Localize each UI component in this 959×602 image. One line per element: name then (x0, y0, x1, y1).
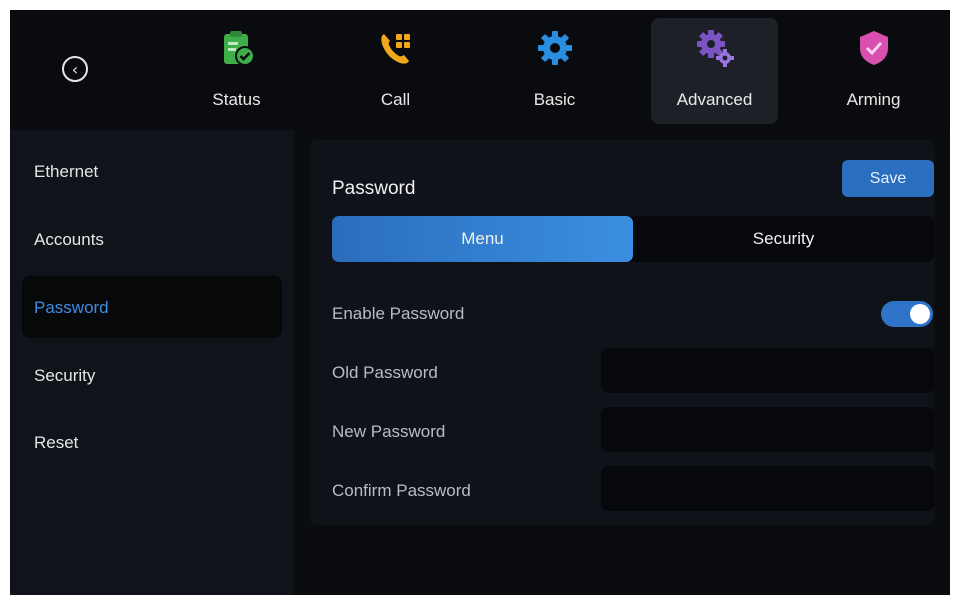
sidebar-item-reset[interactable]: Reset (22, 411, 282, 473)
segmented-control: Menu Security (332, 216, 934, 262)
arming-shield-icon (859, 31, 888, 65)
call-phone-icon (380, 34, 410, 64)
old-password-field[interactable] (601, 348, 934, 393)
confirm-password-label: Confirm Password (332, 481, 471, 500)
app-screen: ‹ Status Call Basic Advanced Arming Ethe… (10, 10, 950, 595)
chevron-left-icon: ‹ (71, 59, 79, 79)
tab-status[interactable]: Status (173, 18, 300, 124)
sidebar-item-accounts[interactable]: Accounts (22, 208, 282, 270)
old-password-label: Old Password (332, 363, 438, 382)
sidebar-item-label: Password (34, 298, 109, 317)
back-button[interactable]: ‹ (62, 56, 88, 82)
enable-password-toggle[interactable] (881, 301, 933, 327)
tab-security[interactable]: Security (633, 216, 934, 262)
basic-gear-icon (537, 31, 572, 65)
tab-advanced[interactable]: Advanced (651, 18, 778, 124)
tab-call-label: Call (380, 90, 411, 109)
status-clipboard-icon (223, 31, 255, 66)
sidebar-item-label: Accounts (34, 230, 104, 249)
advanced-gears-icon (696, 30, 734, 67)
tab-advanced-label: Advanced (676, 90, 753, 109)
tab-menu[interactable]: Menu (332, 216, 633, 262)
sidebar-item-label: Ethernet (34, 162, 99, 181)
sidebar-item-label: Security (34, 366, 96, 385)
save-button[interactable]: Save (842, 160, 934, 197)
new-password-field[interactable] (601, 407, 934, 452)
page-title: Password (332, 178, 416, 199)
tab-basic-label: Basic (533, 90, 576, 109)
tab-status-label: Status (212, 90, 261, 109)
password-panel: Password Save Menu Security Enable Passw… (310, 140, 934, 525)
top-nav-bar: ‹ Status Call Basic Advanced Arming (10, 10, 950, 130)
enable-password-label: Enable Password (332, 304, 465, 323)
tab-arming-label: Arming (846, 90, 901, 109)
sidebar-item-ethernet[interactable]: Ethernet (22, 140, 282, 202)
tab-arming[interactable]: Arming (810, 18, 937, 124)
confirm-password-field[interactable] (601, 466, 934, 511)
sidebar-item-password[interactable]: Password (22, 276, 282, 338)
sidebar-item-label: Reset (34, 433, 79, 452)
tab-call[interactable]: Call (332, 18, 459, 124)
sidebar: Ethernet Accounts Password Security Rese… (10, 130, 294, 595)
sidebar-item-security[interactable]: Security (22, 344, 282, 406)
new-password-label: New Password (332, 422, 446, 441)
tab-basic[interactable]: Basic (491, 18, 618, 124)
toggle-knob (910, 304, 930, 324)
